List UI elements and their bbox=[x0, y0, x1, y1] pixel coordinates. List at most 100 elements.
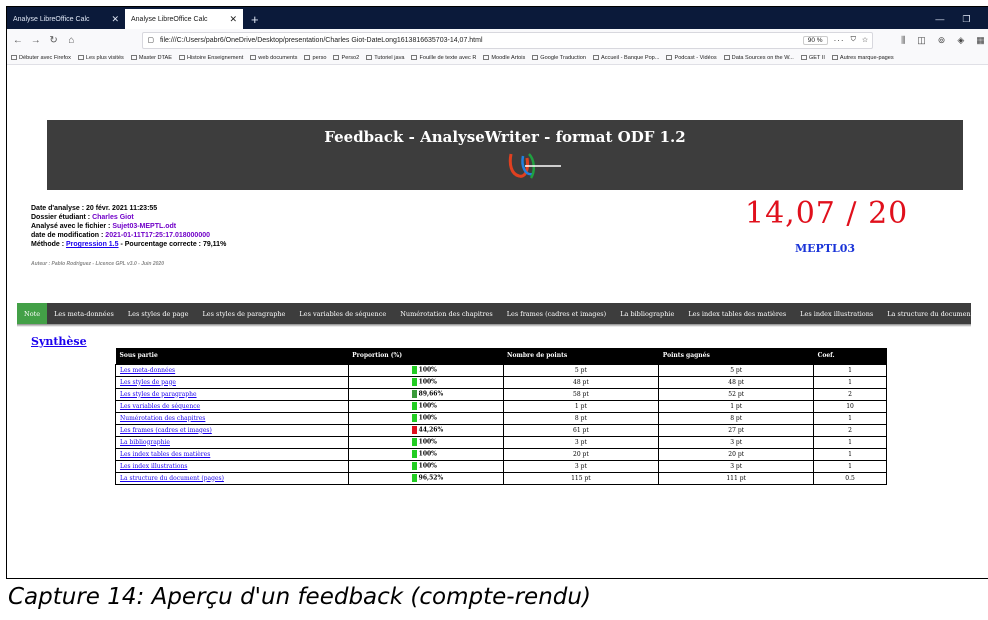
table-row: Les styles de page 100% 48 pt 48 pt 1 bbox=[115, 375, 887, 389]
table-row: Les meta-données 100% 5 pt 5 pt 1 bbox=[115, 363, 887, 377]
row-gained-cell: 3 pt bbox=[658, 435, 815, 449]
menu-item[interactable]: Les index tables des matières bbox=[681, 303, 793, 324]
menu-item[interactable]: Numérotation des chapitres bbox=[393, 303, 500, 324]
row-coef-cell: 1 bbox=[813, 375, 887, 389]
account-icon[interactable]: ⊚ bbox=[938, 35, 946, 46]
row-link[interactable]: Les meta-données bbox=[120, 367, 175, 374]
menu-item[interactable]: Les styles de page bbox=[121, 303, 196, 324]
back-icon[interactable]: ← bbox=[11, 35, 25, 46]
menu-item[interactable]: Les variables de séquence bbox=[292, 303, 393, 324]
row-gained-cell: 52 pt bbox=[658, 387, 815, 401]
menu-item[interactable]: La structure du document (pages) bbox=[880, 303, 988, 324]
bookmark-label: Débuter avec Firefox bbox=[19, 54, 71, 61]
row-link[interactable]: Les index tables des matières bbox=[120, 451, 210, 458]
grid-icon[interactable]: ▦ bbox=[976, 35, 985, 46]
bookmark-item[interactable]: Fouille de texte avec R bbox=[411, 55, 476, 61]
toolbar-icons: ⫼ ◫ ⊚ ◈ ▦ ≡ bbox=[901, 35, 988, 46]
bookmark-label: Histoire Enseignement bbox=[187, 54, 244, 61]
bookmark-item[interactable]: Tutoriel java bbox=[366, 55, 404, 61]
bookmark-item[interactable]: Accueil - Banque Pop... bbox=[593, 55, 659, 61]
proportion-bar bbox=[411, 390, 417, 398]
row-link[interactable]: La bibliographie bbox=[120, 439, 170, 446]
row-points-cell: 20 pt bbox=[502, 447, 660, 461]
tab-1-label: Analyse LibreOffice Calc bbox=[13, 15, 90, 23]
section-title-synthese[interactable]: Synthèse bbox=[31, 335, 87, 348]
folder-icon bbox=[483, 54, 490, 60]
row-coef-cell: 1 bbox=[813, 447, 887, 461]
menu-item[interactable]: La bibliographie bbox=[613, 303, 681, 324]
bookmark-label: Moodle Artois bbox=[491, 54, 526, 61]
menu-item[interactable]: Les styles de paragraphe bbox=[195, 303, 292, 324]
bookmark-label: Autres marque-pages bbox=[839, 54, 894, 61]
menu-item[interactable]: Les meta-données bbox=[47, 303, 121, 324]
proportion-value: 89,66% bbox=[418, 390, 444, 398]
url-bar[interactable]: ▢ file:///C:/Users/pabr6/OneDrive/Deskto… bbox=[142, 31, 874, 49]
col-header: Coef. bbox=[813, 348, 887, 364]
library-icon[interactable]: ⫼ bbox=[901, 35, 905, 46]
tab-bar: Analyse LibreOffice Calc ✕ Analyse Libre… bbox=[7, 7, 988, 29]
forward-icon[interactable]: → bbox=[29, 35, 43, 46]
reload-icon[interactable]: ↻ bbox=[47, 35, 61, 46]
row-link[interactable]: Les index illustrations bbox=[120, 463, 187, 470]
row-link[interactable]: Les styles de paragraphe bbox=[120, 391, 197, 398]
home-icon[interactable]: ⌂ bbox=[64, 35, 78, 46]
author-note: Auteur : Pablo Rodriguez - Licence GPL v… bbox=[31, 261, 164, 267]
bookmark-item[interactable]: Moodle Artois bbox=[483, 55, 525, 61]
row-points-cell: 61 pt bbox=[502, 423, 660, 437]
minimize-icon[interactable]: — bbox=[935, 14, 944, 24]
col-header: Proportion (%) bbox=[348, 348, 504, 364]
bookmark-item[interactable]: perso bbox=[304, 55, 326, 61]
maximize-icon[interactable]: ❐ bbox=[962, 14, 970, 25]
bookmark-item[interactable]: web documents bbox=[250, 55, 297, 61]
row-name-cell: Numérotation des chapitres bbox=[115, 411, 349, 425]
table-row: Les index tables des matières 100% 20 pt 20… bbox=[115, 447, 887, 461]
method-link[interactable]: Progression 1.5 bbox=[66, 241, 119, 248]
bookmark-item[interactable]: Podcast - Vidéos bbox=[666, 55, 717, 61]
row-points-cell: 3 pt bbox=[502, 459, 660, 473]
row-link[interactable]: Les variables de séquence bbox=[120, 403, 200, 410]
student-folder: Dossier étudiant : Charles Giot bbox=[31, 214, 134, 221]
bookmark-item[interactable]: Histoire Enseignement bbox=[179, 55, 243, 61]
bookmark-item[interactable]: Data Sources on the W... bbox=[723, 55, 794, 61]
proportion-bar bbox=[411, 402, 417, 410]
bookmark-item[interactable]: GET II bbox=[800, 55, 825, 61]
table-row: Les variables de séquence 100% 1 pt 1 pt 10 bbox=[115, 399, 887, 413]
proportion-bar bbox=[411, 426, 417, 434]
tab-1[interactable]: Analyse LibreOffice Calc ✕ bbox=[7, 9, 125, 29]
row-gained-cell: 1 pt bbox=[658, 399, 815, 413]
proportion-value: 100% bbox=[418, 414, 437, 422]
row-link[interactable]: Les styles de page bbox=[120, 379, 176, 386]
row-link[interactable]: Les frames (cadres et images) bbox=[120, 427, 212, 434]
table-row: Numérotation des chapitres 100% 8 pt 8 pt 1 bbox=[115, 411, 887, 425]
page-actions-icon[interactable]: ··· bbox=[834, 36, 845, 45]
tab-2[interactable]: Analyse LibreOffice Calc ✕ bbox=[125, 9, 243, 29]
sidebar-icon[interactable]: ◫ bbox=[917, 35, 926, 46]
close-icon[interactable]: ✕ bbox=[229, 14, 237, 25]
row-name-cell: Les frames (cadres et images) bbox=[115, 423, 349, 437]
bookmark-item[interactable]: Les plus visités bbox=[77, 55, 124, 61]
url-text: file:///C:/Users/pabr6/OneDrive/Desktop/… bbox=[159, 36, 483, 44]
table-row: La structure du document (pages) 96,52% 11… bbox=[115, 471, 887, 485]
bookmark-item[interactable]: Débuter avec Firefox bbox=[11, 55, 71, 61]
bookmark-star-icon[interactable]: ☆ bbox=[862, 36, 868, 44]
close-icon[interactable]: ✕ bbox=[111, 14, 119, 25]
section-menu: Note Les meta-données Les styles de page Le… bbox=[17, 303, 988, 324]
pocket-icon[interactable]: ⛉ bbox=[851, 36, 856, 44]
row-link[interactable]: La structure du document (pages) bbox=[120, 475, 224, 482]
bookmark-item[interactable]: Autres marque-pages bbox=[831, 54, 894, 61]
bookmark-item[interactable]: Perso2 bbox=[333, 55, 359, 61]
zoom-level[interactable]: 90 % bbox=[802, 35, 828, 45]
bookmark-item[interactable]: Master DTAE bbox=[130, 55, 172, 61]
proportion-bar bbox=[411, 438, 417, 446]
extension-icon[interactable]: ◈ bbox=[957, 35, 964, 46]
folder-icon bbox=[179, 54, 186, 60]
row-link[interactable]: Numérotation des chapitres bbox=[120, 415, 205, 422]
bookmark-label: Fouille de texte avec R bbox=[419, 54, 477, 61]
menu-item[interactable]: Les index illustrations bbox=[793, 303, 880, 324]
bookmark-item[interactable]: Google Traduction bbox=[532, 55, 586, 61]
new-tab-icon[interactable]: + bbox=[243, 9, 267, 29]
menu-item[interactable]: Note bbox=[17, 303, 48, 324]
row-proportion-cell: 100% bbox=[347, 435, 504, 449]
row-coef-cell: 1 bbox=[813, 411, 887, 425]
menu-item[interactable]: Les frames (cadres et images) bbox=[500, 303, 613, 324]
